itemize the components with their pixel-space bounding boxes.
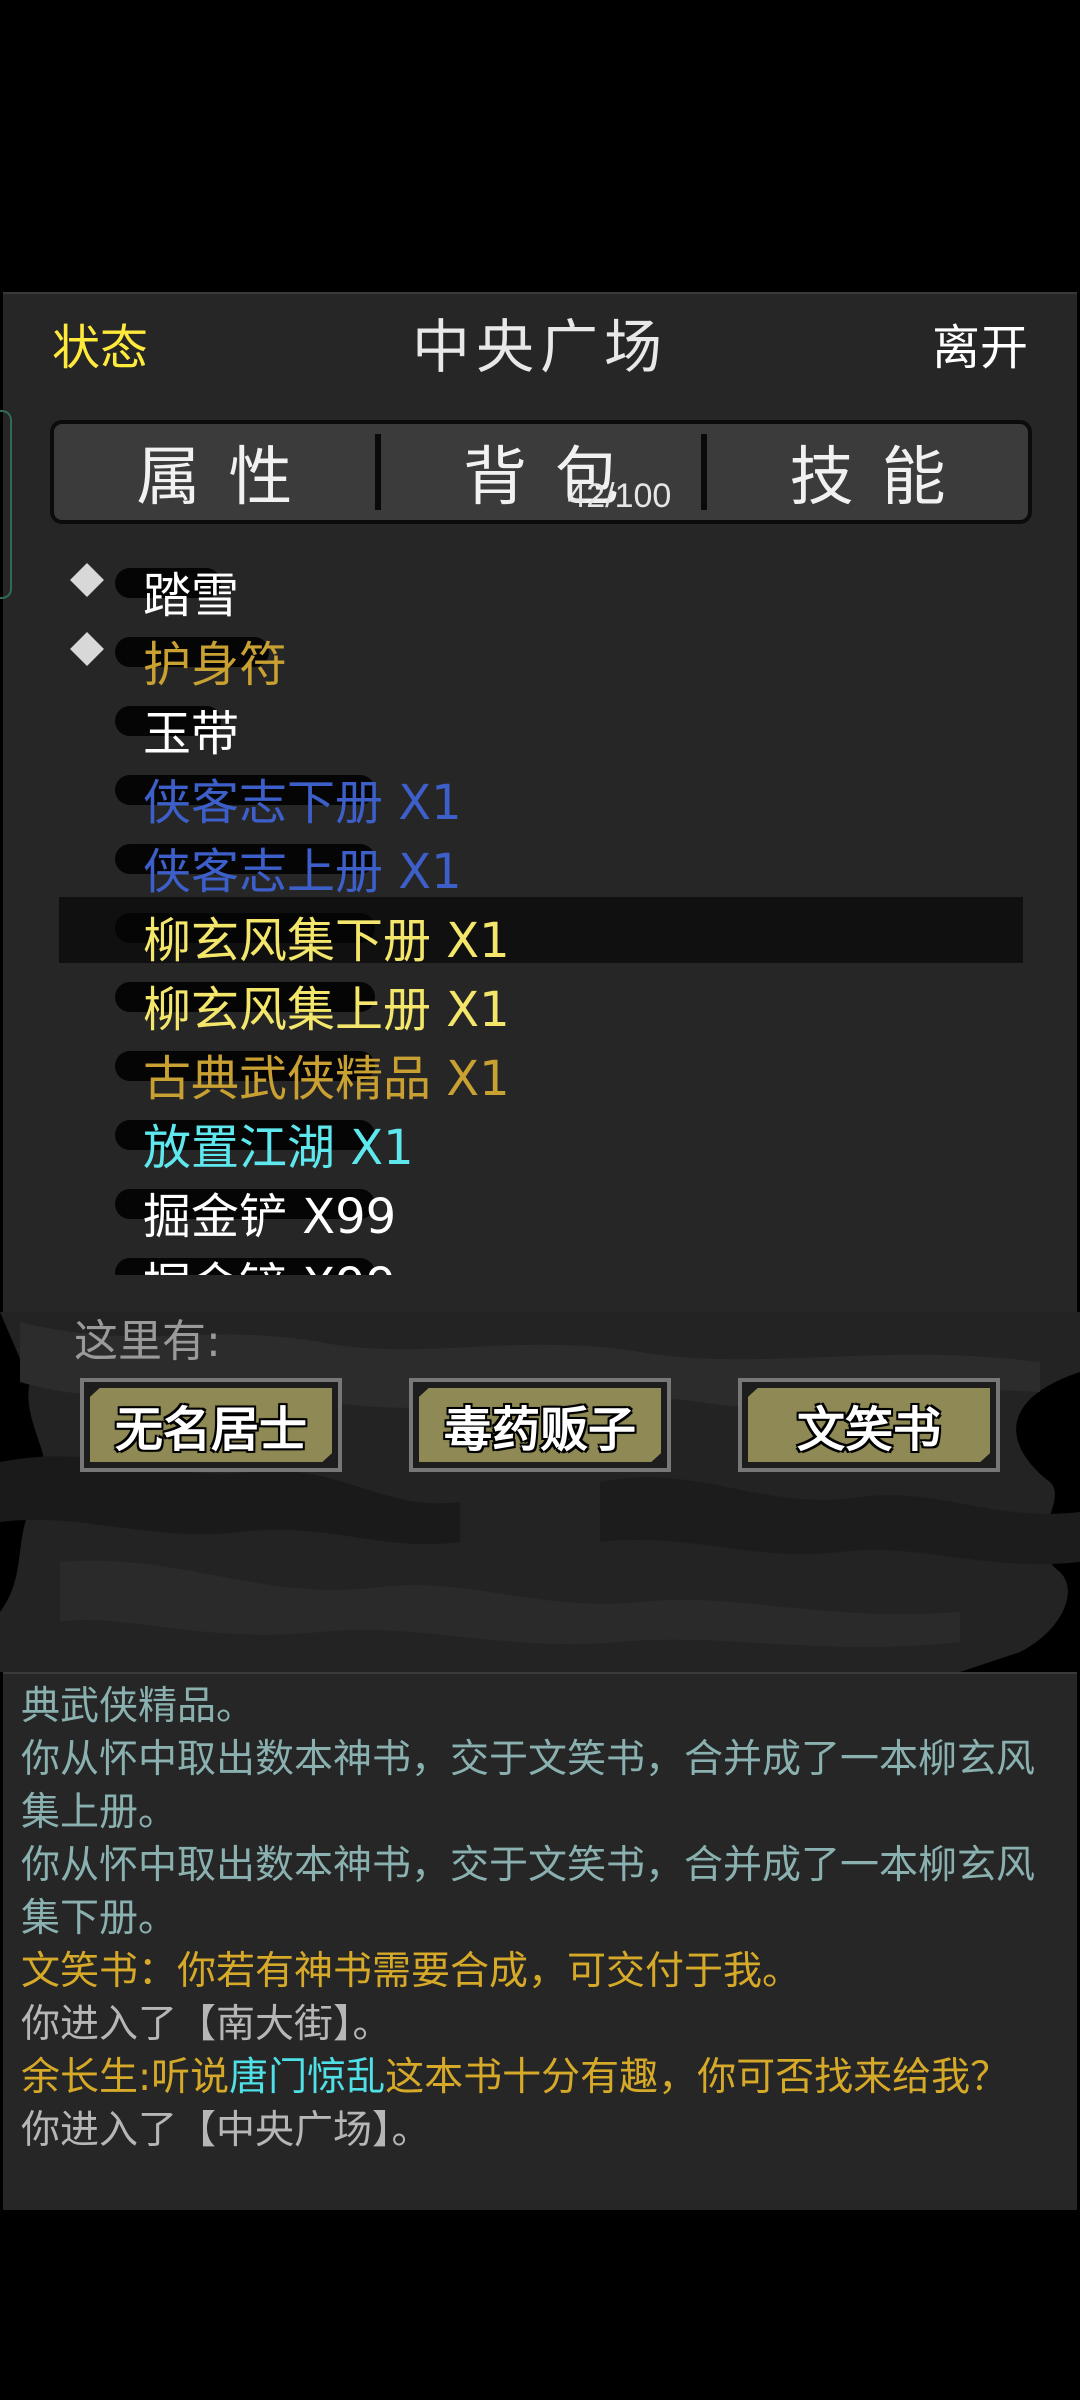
- tab-attributes-label: 属性: [136, 441, 321, 515]
- inventory-item[interactable]: 放置江湖 X1: [3, 1102, 1077, 1176]
- inventory-item-label: 柳玄风集上册 X1: [143, 982, 510, 1038]
- log-line: 你从怀中取出数本神书，交于文笑书，合并成了一本柳玄风集上册。: [21, 1737, 1036, 1835]
- inventory-item-label: 玉带: [143, 706, 240, 762]
- tab-skills[interactable]: 技能: [707, 424, 1028, 520]
- log-line-quest: 余长生:听说唐门惊乱这本书十分有趣，你可否找来给我？: [21, 2051, 1061, 2104]
- npc-label: 文笑书: [796, 1401, 942, 1459]
- log-book-link[interactable]: 唐门惊乱: [229, 2055, 385, 2100]
- backpack-capacity: 42/100: [567, 477, 672, 515]
- inventory-item[interactable]: 掘金铲 X99: [3, 1240, 1077, 1275]
- log-speaker-text: 余长生:听说: [21, 2055, 230, 2100]
- inventory-item-label: 侠客志上册 X1: [143, 844, 462, 900]
- log-line: 你进入了【中央广场】。: [21, 2108, 431, 2153]
- inventory-item[interactable]: 护身符: [3, 619, 1077, 693]
- inventory-item[interactable]: 柳玄风集下册 X1: [3, 895, 1077, 969]
- npc-button-poison-vendor[interactable]: 毒药贩子: [409, 1378, 671, 1472]
- inventory-item[interactable]: 踏雪: [3, 560, 1077, 624]
- npc-label: 毒药贩子: [443, 1401, 637, 1459]
- inventory-item[interactable]: 古典武侠精品 X1: [3, 1033, 1077, 1107]
- log-quest-text: 这本书十分有趣，你可否找来给我？: [385, 2055, 1010, 2100]
- tab-backpack[interactable]: 背包 42/100: [381, 424, 702, 520]
- inventory-item-label: 柳玄风集下册 X1: [143, 913, 510, 969]
- message-log[interactable]: 典武侠精品。 你从怀中取出数本神书，交于文笑书，合并成了一本柳玄风集上册。 你从…: [3, 1672, 1077, 2210]
- tab-bar: 属性 背包 42/100 技能: [50, 420, 1032, 524]
- log-line: 你进入了【南大街】。: [21, 2002, 392, 2047]
- inventory-list[interactable]: 踏雪护身符玉带侠客志下册 X1 侠客志上册 X1 柳玄风集下册 X1 柳玄风集上册 X…: [3, 560, 1077, 1275]
- inventory-item[interactable]: 侠客志下册 X1: [3, 757, 1077, 831]
- here-label: 这里有:: [74, 1316, 221, 1367]
- inventory-item-label: 放置江湖 X1: [143, 1120, 414, 1176]
- tab-attributes[interactable]: 属性: [54, 424, 375, 520]
- npc-button-wenxiaoshu[interactable]: 文笑书: [738, 1378, 1000, 1472]
- inventory-item[interactable]: 柳玄风集上册 X1: [3, 964, 1077, 1038]
- leave-link[interactable]: 离开: [932, 308, 1028, 378]
- npc-button-face: 文笑书: [748, 1388, 990, 1462]
- inventory-item-label: 掘金铲 X99: [143, 1189, 397, 1245]
- npc-button-face: 毒药贩子: [419, 1388, 661, 1462]
- inventory-item-label: 踏雪: [143, 568, 240, 624]
- inventory-item[interactable]: 玉带: [3, 688, 1077, 762]
- npc-label: 无名居士: [114, 1401, 308, 1459]
- location-title: 中央广场: [411, 313, 668, 381]
- log-line: 你从怀中取出数本神书，交于文笑书，合并成了一本柳玄风集下册。: [21, 1843, 1036, 1941]
- tab-skills-label: 技能: [789, 441, 974, 515]
- inventory-item-label: 掘金铲 X99: [143, 1246, 396, 1275]
- npc-button-face: 无名居士: [90, 1388, 332, 1462]
- log-line: 文笑书：你若有神书需要合成，可交付于我。: [21, 1949, 802, 1994]
- inventory-item-label: 古典武侠精品 X1: [143, 1051, 510, 1107]
- inventory-item-label: 护身符: [143, 637, 288, 693]
- equipped-diamond-icon: [70, 632, 104, 666]
- npc-button-wuming[interactable]: 无名居士: [80, 1378, 342, 1472]
- log-line: 典武侠精品。: [21, 1684, 256, 1729]
- inventory-item[interactable]: 侠客志上册 X1: [3, 826, 1077, 900]
- equipped-diamond-icon: [70, 563, 104, 597]
- inventory-item-label: 侠客志下册 X1: [143, 775, 462, 831]
- inventory-item[interactable]: 掘金铲 X99: [3, 1171, 1077, 1245]
